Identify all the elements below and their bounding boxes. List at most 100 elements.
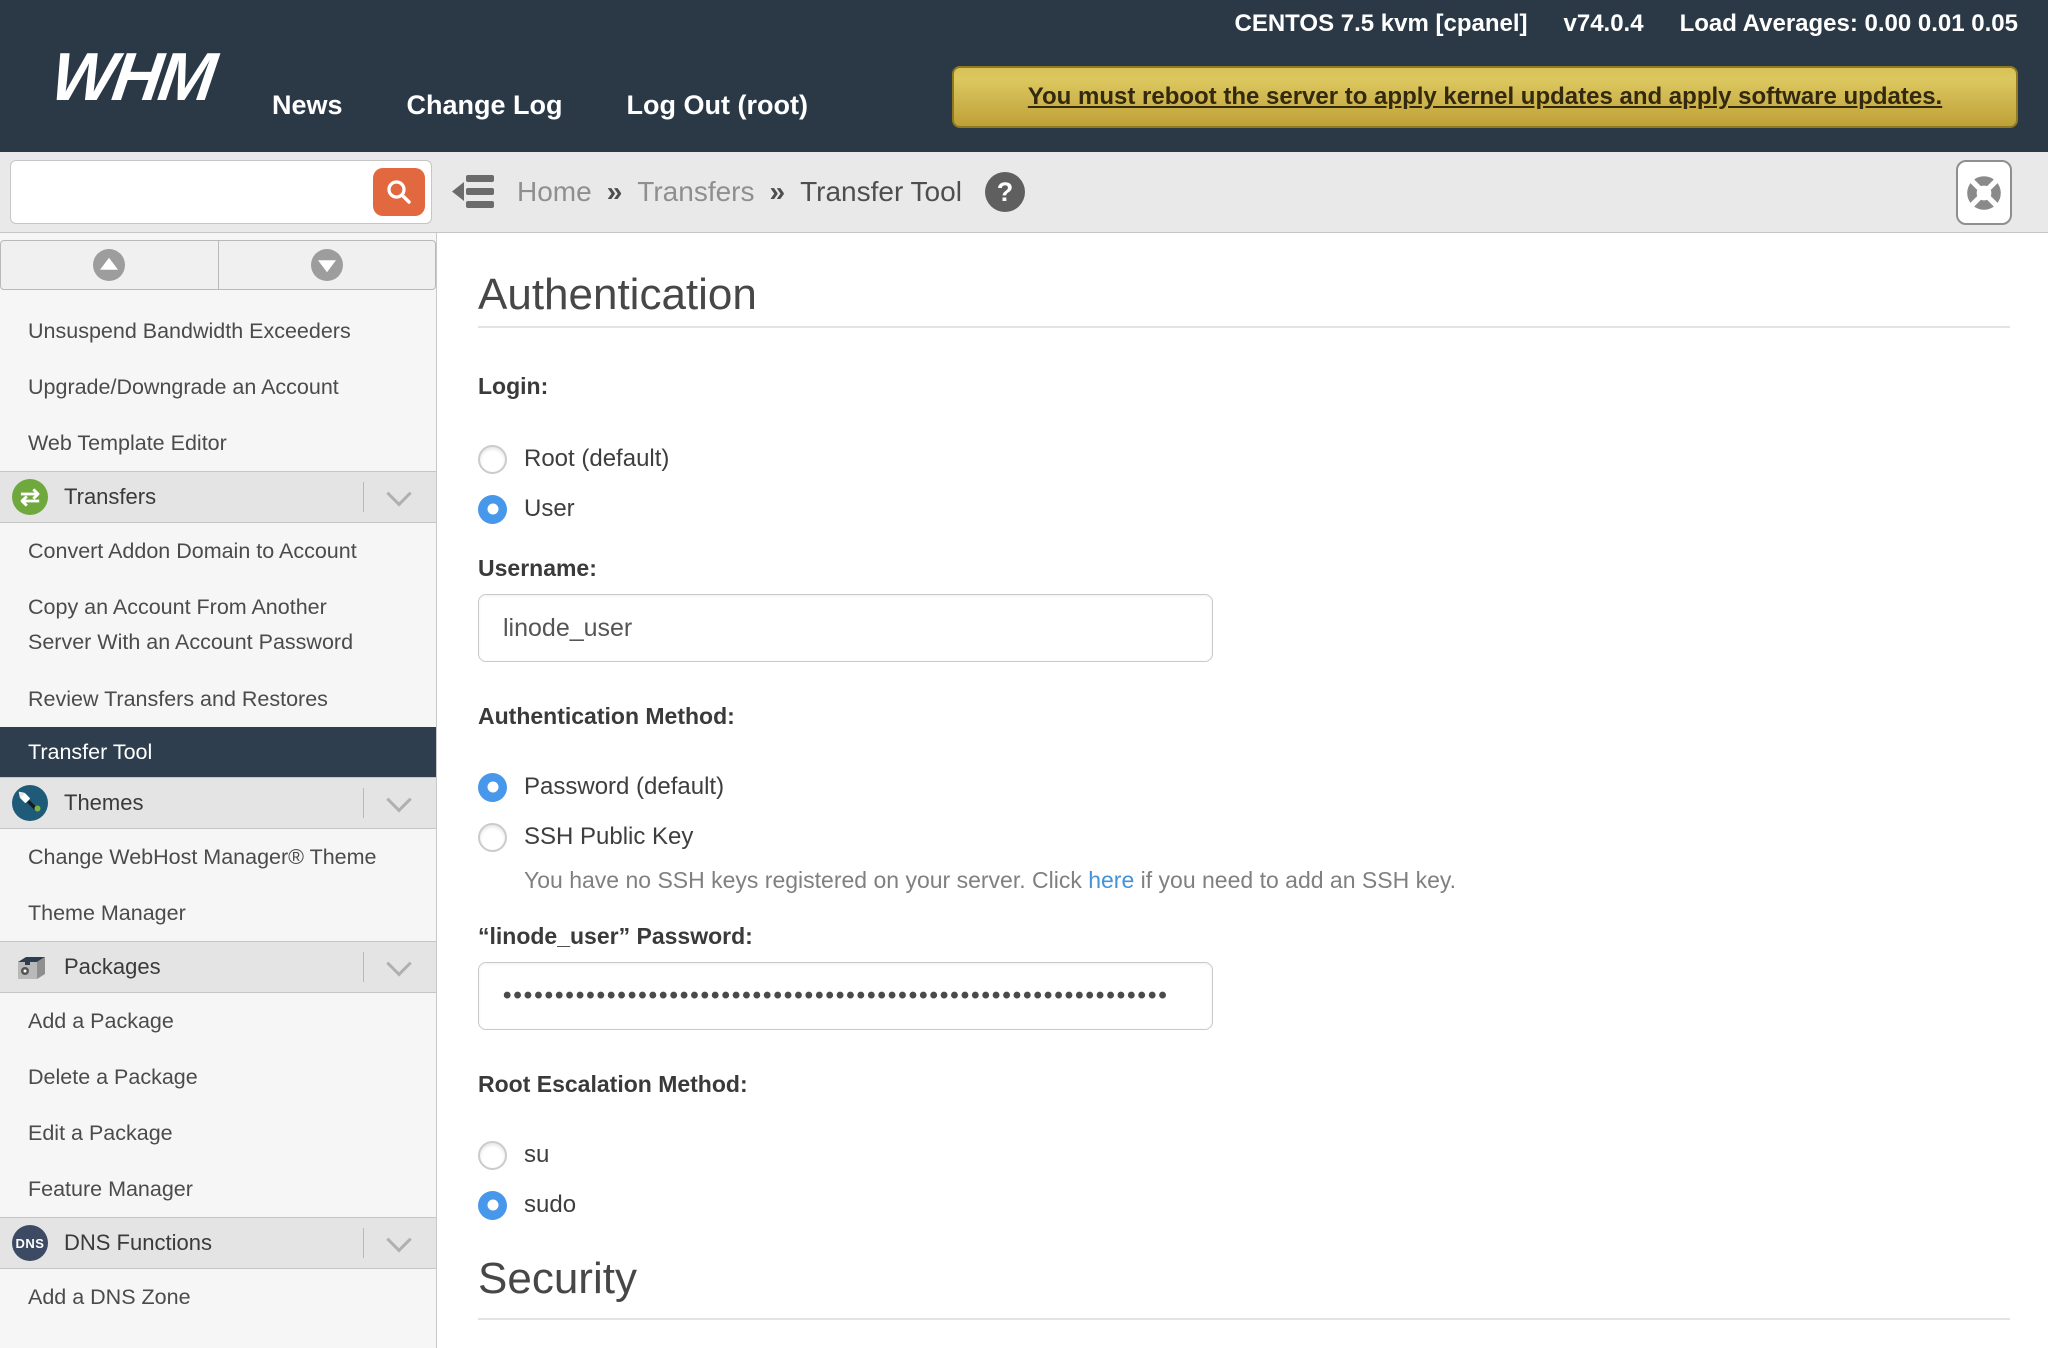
toolbar: Home » Transfers » Transfer Tool ? bbox=[0, 152, 2048, 233]
radio-root-default[interactable]: Root (default) bbox=[478, 440, 2010, 478]
radio-on-icon[interactable] bbox=[478, 495, 507, 524]
server-version-label: v74.0.4 bbox=[1564, 10, 1644, 38]
whm-logo[interactable]: WHM bbox=[47, 38, 219, 116]
sidebar-item-edit-a-package[interactable]: Edit a Package bbox=[0, 1105, 436, 1161]
radio-user[interactable]: User bbox=[478, 490, 2010, 528]
sidebar-item-add-a-package[interactable]: Add a Package bbox=[0, 993, 436, 1049]
breadcrumb-separator: » bbox=[770, 176, 786, 208]
sidebar-section-transfers[interactable]: ⇄ Transfers bbox=[0, 471, 436, 523]
radio-off-icon[interactable] bbox=[478, 1141, 507, 1170]
dns-icon: DNS bbox=[12, 1225, 48, 1261]
packages-icon bbox=[12, 949, 48, 985]
collapse-menu-icon bbox=[452, 173, 498, 216]
chevron-down-icon[interactable] bbox=[386, 481, 411, 506]
sidebar-item-theme-manager[interactable]: Theme Manager bbox=[0, 885, 436, 941]
sidebar-item-delete-a-package[interactable]: Delete a Package bbox=[0, 1049, 436, 1105]
load-averages-label: Load Averages: 0.00 0.01 0.05 bbox=[1680, 10, 2018, 38]
authentication-heading: Authentication bbox=[478, 270, 2010, 320]
root-escalation-method-label: Root Escalation Method: bbox=[478, 1070, 2010, 1098]
search-group bbox=[10, 160, 432, 224]
login-label: Login: bbox=[478, 372, 2010, 400]
sidebar-section-label: Packages bbox=[64, 954, 161, 980]
radio-ssh-public-key[interactable]: SSH Public Key bbox=[478, 818, 2010, 856]
search-icon bbox=[384, 177, 414, 207]
sidebar: Unsuspend Bandwidth Exceeders Upgrade/Do… bbox=[0, 233, 437, 1348]
sidebar-scroll-up-button[interactable] bbox=[0, 240, 219, 290]
sidebar-item-add-a-dns-zone[interactable]: Add a DNS Zone bbox=[0, 1269, 436, 1325]
whm-screen: WHM News Change Log Log Out (root) CENTO… bbox=[0, 0, 2048, 1348]
breadcrumb-transfers[interactable]: Transfers bbox=[637, 176, 754, 208]
chevron-down-icon[interactable] bbox=[386, 1227, 411, 1252]
sidebar-item-upgrade-downgrade-account[interactable]: Upgrade/Downgrade an Account bbox=[0, 359, 436, 415]
server-os-label: CENTOS 7.5 kvm [cpanel] bbox=[1235, 10, 1528, 38]
sidebar-section-themes[interactable]: Themes bbox=[0, 777, 436, 829]
password-label: “linode_user” Password: bbox=[478, 922, 2010, 950]
radio-off-icon[interactable] bbox=[478, 445, 507, 474]
sidebar-item-copy-account[interactable]: Copy an Account From Another Server With… bbox=[0, 579, 383, 671]
radio-label: Root (default) bbox=[524, 445, 669, 473]
authentication-method-label: Authentication Method: bbox=[478, 702, 2010, 730]
radio-off-icon[interactable] bbox=[478, 823, 507, 852]
section-rule bbox=[478, 1318, 2010, 1320]
top-header: WHM News Change Log Log Out (root) CENTO… bbox=[0, 0, 2048, 152]
arrow-up-icon bbox=[93, 249, 125, 281]
sidebar-scrollers bbox=[0, 240, 436, 290]
login-radio-group: Root (default) User bbox=[478, 440, 2010, 528]
sidebar-item-transfer-tool[interactable]: Transfer Tool bbox=[0, 727, 436, 777]
radio-on-icon[interactable] bbox=[478, 773, 507, 802]
breadcrumb-current: Transfer Tool bbox=[800, 176, 962, 208]
radio-su[interactable]: su bbox=[478, 1136, 2010, 1174]
breadcrumb-separator: » bbox=[607, 176, 623, 208]
sidebar-collapse-toggle[interactable] bbox=[452, 173, 498, 216]
password-field[interactable] bbox=[478, 962, 1213, 1030]
radio-label: SSH Public Key bbox=[524, 823, 693, 851]
ssh-key-here-link[interactable]: here bbox=[1088, 867, 1134, 893]
radio-password-default[interactable]: Password (default) bbox=[478, 768, 2010, 806]
section-rule bbox=[478, 326, 2010, 328]
radio-on-icon[interactable] bbox=[478, 1191, 507, 1220]
chevron-down-icon[interactable] bbox=[386, 951, 411, 976]
breadcrumb: Home » Transfers » Transfer Tool ? bbox=[517, 152, 1025, 232]
search-button[interactable] bbox=[373, 168, 425, 216]
sidebar-section-label: Transfers bbox=[64, 484, 156, 510]
section-divider bbox=[363, 788, 364, 818]
radio-sudo[interactable]: sudo bbox=[478, 1186, 2010, 1224]
search-input[interactable] bbox=[11, 161, 373, 223]
radio-label: User bbox=[524, 495, 575, 523]
ssh-note-text: You have no SSH keys registered on your … bbox=[524, 867, 1088, 893]
help-icon[interactable]: ? bbox=[985, 172, 1025, 212]
sidebar-section-label: DNS Functions bbox=[64, 1230, 212, 1256]
sidebar-menu: Unsuspend Bandwidth Exceeders Upgrade/Do… bbox=[0, 303, 436, 1325]
auth-method-radio-group: Password (default) SSH Public Key bbox=[478, 768, 2010, 856]
arrow-down-icon bbox=[311, 249, 343, 281]
reboot-warning-banner[interactable]: You must reboot the server to apply kern… bbox=[952, 66, 2018, 128]
username-field[interactable] bbox=[478, 594, 1213, 662]
nav-news[interactable]: News bbox=[272, 90, 343, 121]
radio-label: su bbox=[524, 1141, 549, 1169]
life-ring-icon bbox=[1963, 172, 2005, 214]
section-divider bbox=[363, 952, 364, 982]
radio-label: sudo bbox=[524, 1191, 576, 1219]
nav-change-log[interactable]: Change Log bbox=[407, 90, 563, 121]
sidebar-section-dns-functions[interactable]: DNS DNS Functions bbox=[0, 1217, 436, 1269]
sidebar-item-review-transfers[interactable]: Review Transfers and Restores bbox=[0, 671, 436, 727]
sidebar-item-change-whm-theme[interactable]: Change WebHost Manager® Theme bbox=[0, 829, 436, 885]
sidebar-section-label: Themes bbox=[64, 790, 143, 816]
sidebar-item-feature-manager[interactable]: Feature Manager bbox=[0, 1161, 436, 1217]
sidebar-section-packages[interactable]: Packages bbox=[0, 941, 436, 993]
top-nav: News Change Log Log Out (root) bbox=[272, 90, 808, 121]
nav-log-out[interactable]: Log Out (root) bbox=[627, 90, 808, 121]
ssh-key-note: You have no SSH keys registered on your … bbox=[524, 866, 2010, 894]
breadcrumb-home[interactable]: Home bbox=[517, 176, 592, 208]
support-button[interactable] bbox=[1956, 160, 2012, 225]
main-content: Authentication Login: Root (default) Use… bbox=[438, 233, 2048, 1348]
radio-label: Password (default) bbox=[524, 773, 724, 801]
sidebar-scroll-down-button[interactable] bbox=[218, 240, 437, 290]
security-heading: Security bbox=[478, 1254, 2010, 1304]
escalation-radio-group: su sudo bbox=[478, 1136, 2010, 1224]
sidebar-item-unsuspend-bandwidth-exceeders[interactable]: Unsuspend Bandwidth Exceeders bbox=[0, 303, 436, 359]
chevron-down-icon[interactable] bbox=[386, 787, 411, 812]
section-divider bbox=[363, 1228, 364, 1258]
sidebar-item-web-template-editor[interactable]: Web Template Editor bbox=[0, 415, 436, 471]
sidebar-item-convert-addon-domain[interactable]: Convert Addon Domain to Account bbox=[0, 523, 436, 579]
